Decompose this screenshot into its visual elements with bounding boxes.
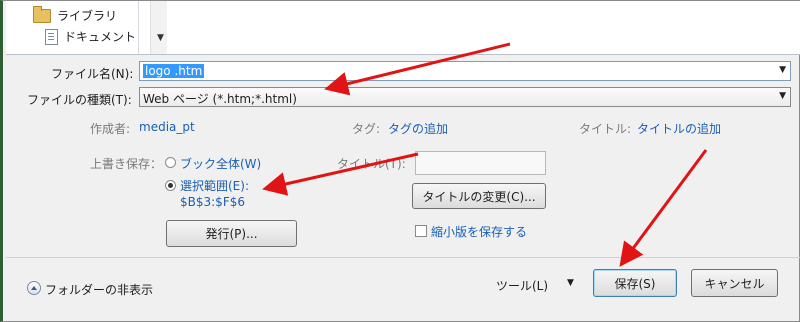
annotation-arrows [262,42,708,267]
arrow-to-save [619,149,708,267]
arrow-to-selection [262,152,419,196]
arrow-to-filetype [324,42,511,96]
